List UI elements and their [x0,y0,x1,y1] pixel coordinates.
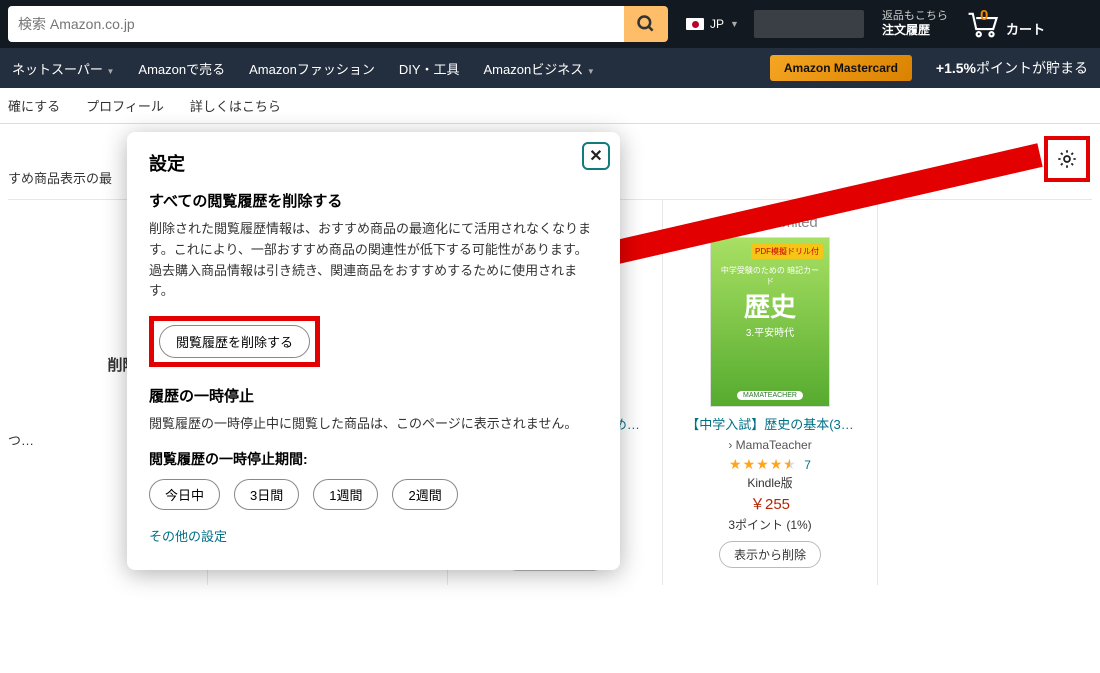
modal-title: 設定 [149,150,598,176]
lang-code: JP [710,17,724,31]
pause-option[interactable]: 今日中 [149,479,220,510]
header-nav: ネットスーパー ▼ Amazonで売る Amazonファッション DIY・工具 … [0,48,1100,88]
cart-label: カート [1006,19,1045,38]
points: 3ポイント (1%) [728,516,811,533]
more-settings-link[interactable]: その他の設定 [149,526,227,545]
rating-row[interactable]: ★★★★★ 7 [729,456,811,474]
settings-modal: ✕ 設定 すべての閲覧履歴を削除する 削除された閲覧履歴情報は、おすすめ商品の最… [127,132,620,570]
truncated-left: つ… [8,200,38,585]
subnav-item[interactable]: 詳しくはこちら [190,96,281,115]
orders-link[interactable]: 返品もこちら 注文履歴 [882,9,948,39]
search-icon [636,14,656,34]
nav-item[interactable]: Amazonビジネス ▼ [484,59,595,78]
product-author[interactable]: › MamaTeacher [728,438,811,452]
pause-heading: 履歴の一時停止 [149,385,598,406]
period-heading: 閲覧履歴の一時停止期間: [149,449,598,469]
orders-small: 返品もこちら [882,9,948,23]
nav-item[interactable]: Amazonで売る [138,59,225,78]
cart-count: 0 [980,7,988,24]
mastercard-badge[interactable]: Amazon Mastercard [770,55,912,81]
sub-nav: 確にする プロフィール 詳しくはこちら [0,88,1100,124]
account-menu[interactable] [754,10,864,38]
delete-history-button[interactable]: 閲覧履歴を削除する [159,325,310,358]
book-cover[interactable]: PDF模擬ドリル付 中学受験のための 暗記カード 歴史 3.平安時代 MAMAT… [710,237,830,407]
nav-item[interactable]: Amazonファッション [249,59,375,78]
pause-description: 閲覧履歴の一時停止中に閲覧した商品は、このページに表示されません。 [149,414,598,435]
delete-heading: すべての閲覧履歴を削除する [149,190,598,211]
product-title[interactable]: 【中学入試】歴史の基本(3… [686,417,854,434]
delete-description: 削除された閲覧履歴情報は、おすすめ商品の最適化にて活用されなくなります。これによ… [149,219,598,302]
chevron-down-icon: ▼ [587,67,595,76]
close-button[interactable]: ✕ [582,142,610,170]
pause-option[interactable]: 2週間 [392,479,457,510]
star-rating: ★★★★★ [729,456,796,473]
orders-label: 注文履歴 [882,23,948,39]
chevron-down-icon: ▼ [730,19,739,29]
search-bar [8,6,668,42]
settings-highlight-box [1044,136,1090,182]
format: Kindle版 [747,474,792,491]
header-top: JP ▼ 返品もこちら 注文履歴 0 カート [0,0,1100,48]
search-button[interactable] [624,6,668,42]
subnav-item[interactable]: 確にする [8,96,60,115]
price: ￥255 [750,493,790,514]
cart-link[interactable]: 0 カート [966,10,1045,38]
nav-item[interactable]: ネットスーパー ▼ [12,59,114,78]
product-card: kindleunlimited PDF模擬ドリル付 中学受験のための 暗記カード… [663,200,878,585]
kindle-unlimited-logo: kindleunlimited [723,214,818,231]
review-count: 7 [804,458,811,472]
language-selector[interactable]: JP ▼ [686,17,739,31]
remove-button[interactable]: 表示から削除 [719,541,821,568]
pause-options: 今日中 3日間 1週間 2週間 [149,479,598,510]
gear-icon[interactable] [1056,148,1078,170]
search-input[interactable] [8,6,624,42]
promo-text: +1.5%ポイントが貯まる [936,58,1088,78]
chevron-down-icon: ▼ [107,67,115,76]
jp-flag-icon [686,18,704,30]
pause-option[interactable]: 3日間 [234,479,299,510]
nav-item[interactable]: DIY・工具 [399,59,460,78]
pause-option[interactable]: 1週間 [313,479,378,510]
delete-highlight-box: 閲覧履歴を削除する [149,316,320,367]
subnav-item[interactable]: プロフィール [86,96,164,115]
